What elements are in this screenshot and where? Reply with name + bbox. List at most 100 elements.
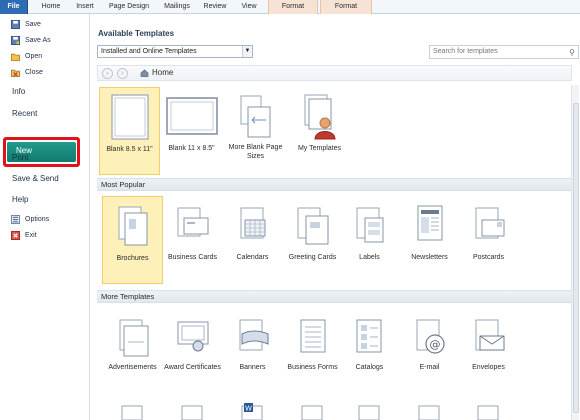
tab-home[interactable]: Home (36, 0, 66, 14)
tile-caption: Labels (359, 254, 380, 261)
tab-format-2[interactable]: Format (320, 0, 372, 14)
tile-partial-4[interactable] (282, 400, 343, 420)
section-more-templates: More Templates (97, 290, 572, 303)
save-as-icon (11, 35, 20, 45)
tile-award-certificates[interactable]: Award Certificates (162, 306, 223, 394)
options-icon (11, 214, 20, 224)
page-sizes-icon (240, 95, 271, 138)
tab-insert[interactable]: Insert (70, 0, 100, 14)
tile-advertisements[interactable]: Advertisements (102, 306, 163, 394)
nav-close-label: Close (25, 68, 43, 76)
folder-open-icon (11, 53, 20, 61)
chevron-down-icon[interactable]: ▼ (242, 46, 252, 57)
close-file-icon (11, 69, 20, 77)
nav-save-as[interactable]: Save As (0, 33, 88, 47)
nav-print[interactable]: Print (12, 153, 28, 162)
catalogs-icon (356, 319, 382, 353)
dropdown-value: Installed and Online Templates (101, 48, 197, 55)
nav-help[interactable]: Help (12, 195, 28, 204)
newsletters-icon (417, 205, 443, 241)
nav-options[interactable]: Options (0, 212, 88, 226)
back-button[interactable]: ‹ (102, 68, 113, 79)
tile-caption: Newsletters (411, 254, 448, 261)
tile-caption: Brochures (116, 255, 149, 262)
tab-format-1[interactable]: Format (268, 0, 318, 14)
breadcrumb-home-label: Home (152, 68, 174, 77)
tile-caption: More Blank Page Sizes (228, 144, 283, 160)
tile-caption: E-mail (419, 364, 440, 371)
my-templates-icon (304, 94, 336, 140)
tile-partial-3[interactable]: W (222, 400, 283, 420)
tab-page-design[interactable]: Page Design (106, 0, 152, 14)
business-cards-icon (177, 207, 209, 237)
template-icon (477, 405, 499, 420)
tile-calendars[interactable]: Calendars (222, 196, 283, 284)
tile-my-templates[interactable]: My Templates (289, 87, 350, 175)
tile-partial-2[interactable] (162, 400, 223, 420)
section-most-popular: Most Popular (97, 178, 572, 191)
tile-business-cards[interactable]: Business Cards (162, 196, 223, 284)
nav-open[interactable]: Open (0, 49, 88, 63)
advertisements-icon (119, 319, 149, 357)
nav-new-highlight[interactable]: New (3, 137, 80, 167)
vertical-scrollbar[interactable] (571, 85, 579, 420)
tile-envelopes[interactable]: Envelopes (458, 306, 519, 394)
scrollbar-thumb[interactable] (573, 103, 579, 413)
tile-partial-7[interactable] (458, 400, 519, 420)
postcards-icon (475, 207, 505, 239)
nav-options-label: Options (25, 215, 50, 223)
tab-view[interactable]: View (234, 0, 264, 14)
nav-exit-label: Exit (25, 231, 37, 239)
greeting-cards-icon (297, 207, 329, 245)
banners-icon (239, 319, 269, 351)
calendars-icon (240, 207, 266, 239)
tile-more-blank-sizes[interactable]: More Blank Page Sizes (225, 87, 286, 175)
nav-save[interactable]: Save (0, 17, 88, 31)
nav-exit[interactable]: Exit (0, 228, 88, 242)
template-icon (358, 405, 380, 420)
tab-file[interactable]: File (0, 0, 28, 14)
tile-caption: Blank 8.5 x 11" (106, 146, 153, 153)
tile-caption: Postcards (472, 254, 505, 261)
tile-catalogs[interactable]: Catalogs (339, 306, 400, 394)
tile-blank-portrait[interactable]: Blank 8.5 x 11" (99, 87, 160, 175)
tile-partial-5[interactable] (339, 400, 400, 420)
tile-partial-1[interactable] (102, 400, 163, 420)
template-icon (181, 405, 203, 420)
ribbon-tab-bar: File Home Insert Page Design Mailings Re… (0, 0, 580, 14)
breadcrumb-home[interactable]: Home (140, 68, 173, 77)
nav-recent[interactable]: Recent (12, 109, 37, 118)
tab-review[interactable]: Review (200, 0, 230, 14)
page-title: Available Templates (98, 29, 175, 38)
tile-caption: Envelopes (472, 364, 505, 371)
tile-caption: Award Certificates (164, 364, 221, 371)
tile-email[interactable]: @ E-mail (399, 306, 460, 394)
forward-button[interactable]: › (117, 68, 128, 79)
tile-banners[interactable]: Banners (222, 306, 283, 394)
template-icon (121, 405, 143, 420)
tab-mailings[interactable]: Mailings (158, 0, 196, 14)
tile-partial-6[interactable] (399, 400, 460, 420)
exit-icon (11, 230, 20, 240)
tile-blank-landscape[interactable]: Blank 11 x 8.5" (161, 87, 222, 175)
template-source-dropdown[interactable]: Installed and Online Templates ▼ (97, 45, 253, 58)
tile-postcards[interactable]: Postcards (458, 196, 519, 284)
nav-info[interactable]: Info (12, 87, 25, 96)
nav-close[interactable]: Close (0, 65, 88, 79)
tile-caption: Catalogs (355, 364, 384, 371)
nav-save-send[interactable]: Save & Send (12, 174, 59, 183)
tile-caption: Banners (239, 364, 266, 371)
tile-labels[interactable]: Labels (339, 196, 400, 284)
tile-greeting-cards[interactable]: Greeting Cards (282, 196, 343, 284)
search-icon[interactable]: ⚲ (569, 47, 575, 59)
tile-brochures[interactable]: Brochures (102, 196, 163, 284)
tile-caption: Greeting Cards (288, 254, 337, 261)
word-template-icon: W (241, 403, 263, 420)
tile-caption: Calendars (236, 254, 269, 261)
tile-business-forms[interactable]: Business Forms (282, 306, 343, 394)
breadcrumb: ‹ › Home (97, 65, 572, 81)
template-icon (301, 405, 323, 420)
template-icon (418, 405, 440, 420)
tile-newsletters[interactable]: Newsletters (399, 196, 460, 284)
template-search-input[interactable]: Search for templates ⚲ (429, 45, 579, 59)
